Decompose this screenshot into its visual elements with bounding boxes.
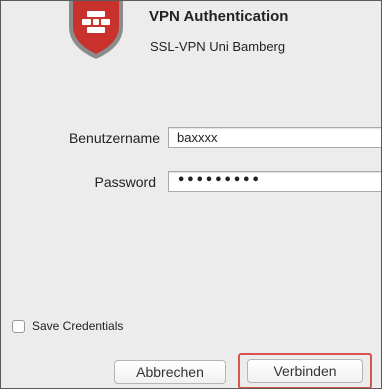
password-label: Password — [94, 174, 156, 190]
username-field[interactable]: baxxxx — [168, 127, 381, 148]
vpn-auth-dialog: VPN Authentication SSL-VPN Uni Bamberg B… — [0, 0, 382, 389]
forticlient-shield-icon — [69, 1, 123, 59]
cancel-button[interactable]: Abbrechen — [114, 360, 226, 384]
connect-button-highlight: Verbinden — [238, 353, 372, 388]
password-field[interactable]: ••••••••• — [168, 171, 381, 192]
save-credentials-label: Save Credentials — [32, 319, 124, 333]
save-credentials-checkbox[interactable] — [12, 320, 25, 333]
vpn-connection-name: SSL-VPN Uni Bamberg — [150, 39, 286, 54]
username-label: Benutzername — [68, 130, 160, 146]
dialog-title: VPN Authentication — [149, 8, 289, 25]
connect-button[interactable]: Verbinden — [247, 359, 363, 383]
